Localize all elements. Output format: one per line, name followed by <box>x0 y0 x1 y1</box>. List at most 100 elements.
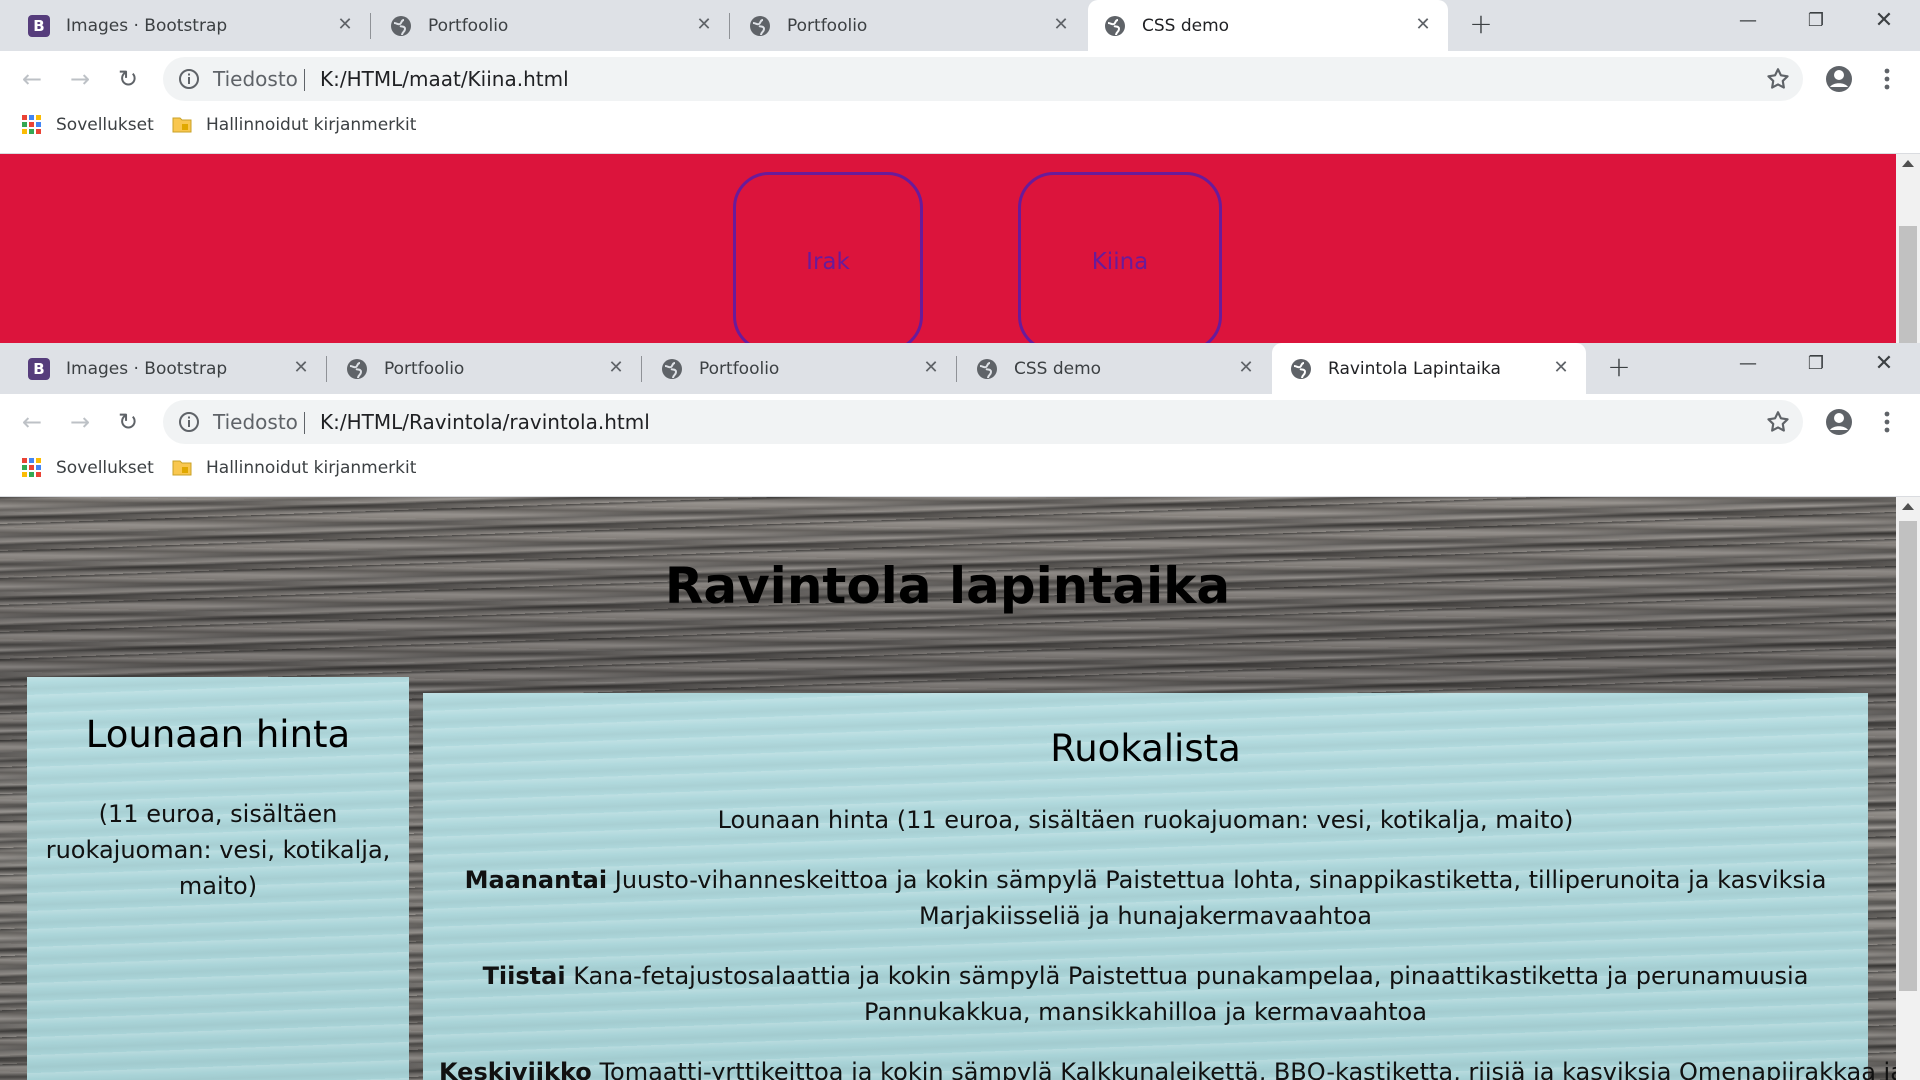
scroll-up-icon[interactable] <box>1902 503 1914 510</box>
close-tab-icon[interactable]: ✕ <box>605 357 627 379</box>
scroll-up-icon[interactable] <box>1902 160 1914 167</box>
tab-portfoolio-1[interactable]: Portfoolio ✕ <box>326 343 642 394</box>
country-button-label: Kiina <box>1091 249 1149 275</box>
bookmark-label: Sovellukset <box>56 458 154 478</box>
scroll-thumb[interactable] <box>1899 226 1917 343</box>
back-arrow-icon[interactable]: ← <box>16 406 48 438</box>
vertical-scrollbar[interactable] <box>1896 154 1920 343</box>
globe-icon <box>1104 15 1126 37</box>
bootstrap-favicon-icon: B <box>28 357 50 380</box>
url-text[interactable]: K:/HTML/Ravintola/ravintola.html <box>320 400 650 444</box>
price-sidebar: Lounaan hinta (11 euroa, sisältäen ruoka… <box>27 677 409 1080</box>
profile-avatar-icon[interactable] <box>1824 407 1854 437</box>
bookmark-label: Hallinnoidut kirjanmerkit <box>206 458 417 478</box>
close-window-icon[interactable]: ✕ <box>1854 343 1914 385</box>
back-arrow-icon[interactable]: ← <box>16 63 48 95</box>
omnibox-divider <box>304 69 305 91</box>
close-tab-icon[interactable]: ✕ <box>1235 357 1257 379</box>
profile-avatar-icon[interactable] <box>1824 64 1854 94</box>
tab-portfoolio-1[interactable]: Portfoolio ✕ <box>370 0 730 51</box>
close-tab-icon[interactable]: ✕ <box>334 14 356 36</box>
folder-icon <box>172 117 192 133</box>
tab-title: CSS demo <box>1014 358 1102 379</box>
day-name: Tiistai <box>482 962 566 990</box>
country-button-kiina[interactable]: Kiina <box>1018 172 1222 343</box>
address-bar[interactable]: Tiedosto K:/HTML/Ravintola/ravintola.htm… <box>163 400 1803 444</box>
bookmark-managed[interactable]: Hallinnoidut kirjanmerkit <box>172 451 416 485</box>
close-tab-icon[interactable]: ✕ <box>1050 14 1072 36</box>
day-menu-line: Juusto-vihanneskeittoa ja kokin sämpylä … <box>614 866 1827 894</box>
bookmark-label: Sovellukset <box>56 115 154 135</box>
close-tab-icon[interactable]: ✕ <box>1412 14 1434 36</box>
bookmark-star-icon[interactable] <box>1765 66 1791 92</box>
globe-icon <box>661 358 683 380</box>
tab-css-demo[interactable]: CSS demo ✕ <box>956 343 1271 394</box>
apps-grid-icon <box>22 458 41 477</box>
sidebar-price-text: (11 euroa, sisältäen ruokajuoman: vesi, … <box>45 800 391 900</box>
scroll-thumb[interactable] <box>1899 521 1917 991</box>
page-viewport: Irak Kiina <box>0 154 1920 343</box>
restore-icon[interactable]: ❐ <box>1786 343 1846 385</box>
menu-intro: Lounaan hinta (11 euroa, sisältäen ruoka… <box>717 806 1574 834</box>
reload-icon[interactable]: ↻ <box>112 63 144 95</box>
apps-grid-icon <box>22 115 41 134</box>
tab-title: Images · Bootstrap <box>66 358 228 379</box>
close-window-icon[interactable]: ✕ <box>1854 0 1914 42</box>
tab-strip: B Images · Bootstrap ✕ Portfoolio ✕ Port… <box>0 0 1920 51</box>
bookmark-apps[interactable]: Sovellukset <box>22 451 154 485</box>
close-tab-icon[interactable]: ✕ <box>290 357 312 379</box>
omnibox-divider <box>304 412 305 434</box>
more-menu-icon[interactable] <box>1872 64 1902 94</box>
vertical-scrollbar[interactable] <box>1896 497 1920 1080</box>
bookmark-managed[interactable]: Hallinnoidut kirjanmerkit <box>172 108 416 142</box>
tab-bootstrap[interactable]: B Images · Bootstrap ✕ <box>0 0 371 51</box>
restore-icon[interactable]: ❐ <box>1786 0 1846 42</box>
protocol-label: Tiedosto <box>213 67 298 91</box>
new-tab-icon[interactable]: + <box>1604 353 1634 383</box>
close-tab-icon[interactable]: ✕ <box>693 14 715 36</box>
info-icon[interactable] <box>177 410 201 434</box>
browser-toolbar: ← → ↻ Tiedosto K:/HTML/maat/Kiina.html <box>0 51 1920 108</box>
forward-arrow-icon[interactable]: → <box>64 406 96 438</box>
tab-title: Portfoolio <box>384 358 465 379</box>
menu-day-wednesday: Keskiviikko Tomaatti-yrttikeittoa ja kok… <box>423 1054 1905 1080</box>
tab-title: Portfoolio <box>787 15 868 36</box>
folder-icon <box>172 460 192 476</box>
tab-title: Portfoolio <box>699 358 780 379</box>
country-button-irak[interactable]: Irak <box>733 172 923 343</box>
minimize-icon[interactable]: — <box>1718 343 1778 385</box>
page-viewport: Ravintola lapintaika Lounaan hinta (11 e… <box>0 497 1920 1080</box>
tab-title: Ravintola Lapintaika <box>1328 358 1501 379</box>
forward-arrow-icon[interactable]: → <box>64 63 96 95</box>
day-menu-line: Kana-fetajustosalaattia ja kokin sämpylä… <box>573 962 1809 990</box>
close-tab-icon[interactable]: ✕ <box>920 357 942 379</box>
page-title: Ravintola lapintaika <box>664 557 1231 615</box>
day-name: Maanantai <box>464 866 608 894</box>
bookmark-apps[interactable]: Sovellukset <box>22 108 154 142</box>
tab-portfoolio-2[interactable]: Portfoolio ✕ <box>729 0 1086 51</box>
tab-portfoolio-2[interactable]: Portfoolio ✕ <box>641 343 957 394</box>
more-menu-icon[interactable] <box>1872 407 1902 437</box>
close-tab-icon[interactable]: ✕ <box>1550 357 1572 379</box>
tab-ravintola-lapintaika[interactable]: Ravintola Lapintaika ✕ <box>1272 343 1586 394</box>
address-bar[interactable]: Tiedosto K:/HTML/maat/Kiina.html <box>163 57 1803 101</box>
browser-window-ravintola: B Images · Bootstrap ✕ Portfoolio ✕ Port… <box>0 343 1920 1080</box>
new-tab-icon[interactable]: + <box>1466 10 1496 40</box>
menu-heading: Ruokalista <box>1050 727 1241 770</box>
tab-title: CSS demo <box>1142 15 1230 36</box>
reload-icon[interactable]: ↻ <box>112 406 144 438</box>
tab-strip: B Images · Bootstrap ✕ Portfoolio ✕ Port… <box>0 343 1920 394</box>
bookmarks-bar: Sovellukset Hallinnoidut kirjanmerkit <box>0 451 1920 497</box>
browser-window-kiina: B Images · Bootstrap ✕ Portfoolio ✕ Port… <box>0 0 1920 343</box>
tab-bootstrap[interactable]: B Images · Bootstrap ✕ <box>0 343 327 394</box>
menu-day-monday: Maanantai Juusto-vihanneskeittoa ja koki… <box>423 862 1868 934</box>
tab-css-demo[interactable]: CSS demo ✕ <box>1088 0 1448 51</box>
url-text[interactable]: K:/HTML/maat/Kiina.html <box>320 57 569 101</box>
protocol-label: Tiedosto <box>213 410 298 434</box>
globe-icon <box>390 15 412 37</box>
bookmark-star-icon[interactable] <box>1765 409 1791 435</box>
info-icon[interactable] <box>177 67 201 91</box>
globe-icon <box>346 358 368 380</box>
minimize-icon[interactable]: — <box>1718 0 1778 42</box>
menu-day-tuesday: Tiistai Kana-fetajustosalaattia ja kokin… <box>423 958 1868 1030</box>
